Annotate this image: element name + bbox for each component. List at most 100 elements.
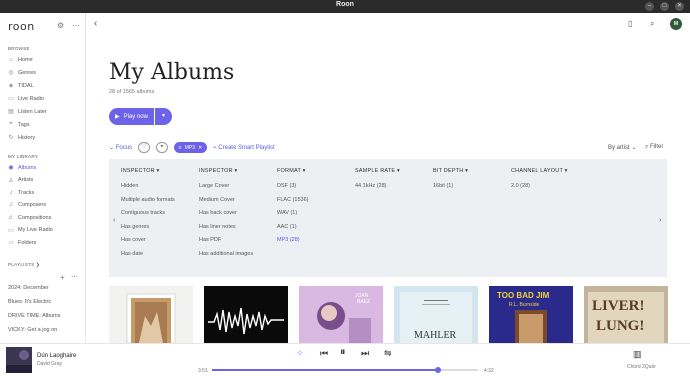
track-artist[interactable]: David Gray <box>37 361 62 367</box>
smart-playlist-icon: ⌁ <box>213 145 217 151</box>
bookmark-icon[interactable]: ▯ <box>628 19 632 28</box>
maximize-icon[interactable]: □ <box>660 2 669 11</box>
focus-filter-value[interactable]: DSF (3) <box>277 183 296 189</box>
playlist-item[interactable]: 2024: December <box>8 285 49 291</box>
pause-icon[interactable]: ⏸ <box>340 346 346 359</box>
sidebar-item-live-radio[interactable]: ▭ Live Radio <box>8 94 44 103</box>
focus-filter-value[interactable]: AAC (1) <box>277 224 297 230</box>
playlist-item[interactable]: VICKY: Get a jog on <box>8 327 57 333</box>
queue-icon[interactable]: ⇋ <box>384 348 392 359</box>
chevron-right-icon[interactable]: › <box>659 217 661 224</box>
play-options-button[interactable]: ▾ <box>155 108 172 125</box>
more-icon[interactable]: ⋯ <box>72 21 80 30</box>
focus-filter-value[interactable]: Has cover <box>121 237 146 243</box>
focus-filter-value[interactable]: MP3 (28) <box>277 237 300 243</box>
focus-filter-value[interactable]: Has genres <box>121 224 149 230</box>
sidebar-item-tracks[interactable]: ♪ Tracks <box>8 188 35 197</box>
focus-filter-value[interactable]: Multiple audio formats <box>121 197 175 203</box>
sidebar-item-genres[interactable]: ◎ Genres <box>8 68 36 77</box>
album-cover-3[interactable]: JOAN BAEZ <box>299 286 383 343</box>
focus-filter-value[interactable]: 44.1kHz (28) <box>355 183 387 189</box>
history-icon: ↻ <box>8 135 14 141</box>
focus-column-header[interactable]: BIT DEPTH ▾ <box>433 168 468 174</box>
play-now-button[interactable]: ▶ Play now <box>109 108 154 125</box>
previous-icon[interactable]: ⏮ <box>320 348 328 359</box>
sidebar-item-albums[interactable]: ◉ Albums <box>8 163 36 172</box>
svg-text:TOO BAD JIM: TOO BAD JIM <box>497 291 550 300</box>
focus-column-header[interactable]: CHANNEL LAYOUT ▾ <box>511 168 568 174</box>
sidebar-item-history[interactable]: ↻ History <box>8 133 35 142</box>
playlist-item[interactable]: DRIVE TIME: Albums <box>8 313 60 319</box>
sidebar-item-compositions[interactable]: ♬ Compositions <box>8 213 51 222</box>
chevron-left-icon[interactable]: ‹ <box>113 217 115 224</box>
settings-icon[interactable]: ⚙ <box>57 21 64 30</box>
focus-filter-value[interactable]: 2.0 (28) <box>511 183 530 189</box>
chevron-down-icon: ⌄ <box>109 145 115 151</box>
back-icon[interactable]: ‹ <box>94 18 97 29</box>
focus-filter-value[interactable]: Has additional images <box>199 251 253 257</box>
focus-filter-value[interactable]: Contiguous tracks <box>121 210 165 216</box>
sidebar-item-folders[interactable]: ▱ Folders <box>8 238 37 247</box>
favorite-filter-button[interactable]: ♡ <box>138 142 150 153</box>
focus-column-header[interactable]: SAMPLE RATE ▾ <box>355 168 400 174</box>
top-bar: ‹ ▯ ⌕ M <box>86 13 690 37</box>
create-smart-playlist-link[interactable]: ⌁ Create Smart Playlist <box>213 144 275 151</box>
track-title[interactable]: Dún Laoghaire <box>37 353 76 359</box>
sidebar-item-label: Artists <box>18 177 34 183</box>
zone-name[interactable]: Chord 2Qute <box>627 364 656 370</box>
mp3-filter-chip[interactable]: ≡ MP3 ✕ <box>174 142 207 153</box>
focus-column-header[interactable]: INSPECTOR ▾ <box>121 168 159 174</box>
playlists-heading[interactable]: PLAYLISTS ❯ <box>8 262 40 268</box>
now-playing-album-art[interactable] <box>6 347 32 373</box>
focus-filter-value[interactable]: Large Cover <box>199 183 229 189</box>
sidebar-item-label: Composers <box>18 202 47 208</box>
sidebar-item-my-live-radio[interactable]: ▭ My Live Radio <box>8 226 53 235</box>
sidebar-item-artists[interactable]: ♙ Artists <box>8 176 33 185</box>
focus-filter-value[interactable]: Has back cover <box>199 210 237 216</box>
album-cover-6[interactable]: LIVER! LUNG! <box>584 286 668 343</box>
sort-dropdown[interactable]: By artist ⌄ <box>608 144 636 151</box>
sidebar-item-listen-later[interactable]: ▤ Listen Later <box>8 107 47 116</box>
playlist-item[interactable]: Blues: It's Electric <box>8 299 51 305</box>
focus-filter-value[interactable]: Has PDF <box>199 237 221 243</box>
focus-filter-value[interactable]: Medium Cover <box>199 197 235 203</box>
focus-filter-value[interactable]: Hidden <box>121 183 138 189</box>
browse-heading: BROWSE <box>8 46 30 51</box>
avatar[interactable]: M <box>670 18 682 30</box>
focus-filter-value[interactable]: FLAC (1536) <box>277 197 309 203</box>
focus-filter-value[interactable]: WAV (1) <box>277 210 297 216</box>
playlist-more-icon[interactable]: ⋯ <box>71 273 78 281</box>
album-cover-5[interactable]: TOO BAD JIM R.L. Burnside <box>489 286 573 343</box>
speaker-icon[interactable]: ▥ <box>633 349 642 360</box>
sidebar-item-home[interactable]: ⌂ Home <box>8 55 32 64</box>
chevron-down-icon: ⌄ <box>631 145 637 151</box>
album-cover-4[interactable]: MAHLER <box>394 286 478 343</box>
progress-bar[interactable] <box>212 367 478 373</box>
filter-button[interactable]: ⌕ Filter <box>645 144 663 151</box>
roon-logo[interactable]: roon <box>8 20 35 33</box>
smart-playlist-label: Create Smart Playlist <box>218 145 275 151</box>
radio-icon[interactable]: ✧ <box>296 348 304 359</box>
search-icon[interactable]: ⌕ <box>650 19 654 29</box>
focus-column-header[interactable]: FORMAT ▾ <box>277 168 306 174</box>
album-cover-2[interactable] <box>204 286 288 343</box>
focus-column-header[interactable]: INSPECTOR ▾ <box>199 168 237 174</box>
album-cover-1[interactable] <box>109 286 193 343</box>
tag-icon: ⌖ <box>160 144 164 150</box>
sidebar-item-label: Genres <box>18 69 37 76</box>
sidebar-item-tags[interactable]: ⌖ Tags <box>8 120 29 129</box>
focus-toggle[interactable]: ⌄ Focus <box>109 144 132 151</box>
minimize-icon[interactable]: – <box>645 2 654 11</box>
focus-filter-value[interactable]: 16bit (1) <box>433 183 453 189</box>
sidebar-item-tidal[interactable]: ◈ TIDAL <box>8 81 34 90</box>
add-playlist-icon[interactable]: + <box>60 273 65 282</box>
tag-filter-button[interactable]: ⌖ <box>156 142 168 153</box>
sidebar-item-composers[interactable]: ♫ Composers <box>8 201 46 210</box>
close-icon[interactable]: ✕ <box>198 145 202 151</box>
next-icon[interactable]: ⏭ <box>361 348 369 359</box>
focus-filter-value[interactable]: Has date <box>121 251 143 257</box>
focus-filter-value[interactable]: Has liner notes <box>199 224 236 230</box>
focus-panel: ‹ › INSPECTOR ▾ Hidden Multiple audio form… <box>109 159 667 277</box>
progress-knob[interactable] <box>435 367 442 373</box>
close-icon[interactable]: ✕ <box>675 2 684 11</box>
